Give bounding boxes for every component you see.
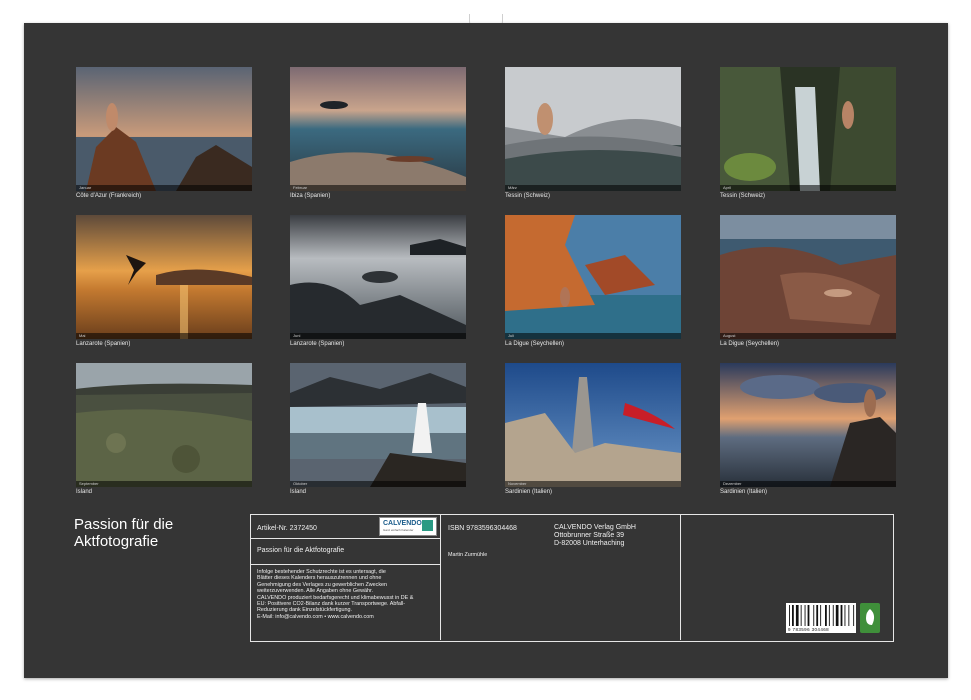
- photo-orange-granite-sea: [505, 215, 681, 339]
- month-label: September: [79, 481, 99, 486]
- barcode-bar: [832, 605, 834, 626]
- month-thumbnail-4[interactable]: April: [720, 67, 896, 191]
- month-label: Januar: [79, 185, 92, 190]
- month-caption-2: Ibiza (Spanien): [290, 193, 331, 199]
- barcode-bar: [800, 605, 802, 626]
- info-rule-1: [250, 538, 440, 539]
- publisher-line: D-82008 Unterhaching: [554, 540, 625, 547]
- barcode-bar: [820, 605, 822, 626]
- publisher-line: CALVENDO Verlag GmbH: [554, 524, 636, 531]
- photo-mossy-waterfall: [720, 67, 896, 191]
- barcode-bar: [844, 605, 846, 626]
- month-caption-11: Sardinien (Italien): [505, 489, 553, 495]
- photo-granite-pool: [505, 67, 681, 191]
- month-label: Februar: [293, 185, 308, 190]
- isbn: ISBN 9783596304468: [448, 525, 517, 532]
- month-caption-10: Island: [290, 489, 307, 495]
- month-thumbnail-6[interactable]: Juni: [290, 215, 466, 339]
- publisher-address: CALVENDO Verlag GmbH Ottobrunner Straße …: [554, 524, 636, 548]
- logo-mark-icon: [422, 520, 433, 531]
- month-strip: April: [720, 185, 896, 191]
- month-thumbnail-12[interactable]: Dezember: [720, 363, 896, 487]
- month-strip: November: [505, 481, 681, 487]
- logo-subtext: Ganz einfach Kalender: [383, 528, 414, 532]
- barcode-bar: [816, 605, 819, 626]
- photo-lava-coast: [290, 215, 466, 339]
- month-caption-6: Lanzarote (Spanien): [290, 341, 345, 347]
- legal-text: Infolge bestehender Schutzrechte ist es …: [257, 569, 437, 620]
- month-label: Juli: [508, 333, 515, 338]
- barcode-bar: [840, 605, 843, 626]
- month-label: Dezember: [723, 481, 742, 486]
- month-strip: März: [505, 185, 681, 191]
- month-strip: Juli: [505, 333, 681, 339]
- publisher-line: Ottobrunner Straße 39: [554, 532, 625, 539]
- barcode-bar: [795, 605, 799, 626]
- barcode-bar: [789, 605, 790, 626]
- month-caption-4: Tessin (Schweiz): [720, 193, 766, 199]
- legal-line: E-Mail: info@calvendo.com • www.calvendo…: [257, 613, 374, 620]
- photo-moss-lava-field: [76, 363, 252, 487]
- month-strip: Februar: [290, 185, 466, 191]
- info-rule-2: [250, 564, 440, 565]
- leaf-icon: [866, 609, 875, 625]
- month-thumbnail-2[interactable]: Februar: [290, 67, 466, 191]
- month-label: November: [508, 481, 527, 486]
- calvendo-logo: CALVENDO Ganz einfach Kalender: [379, 517, 437, 536]
- photo-golden-beach-jump: [76, 215, 252, 339]
- month-label: April: [723, 185, 732, 190]
- barcode-bar: [807, 605, 810, 626]
- month-label: Mai: [79, 333, 86, 338]
- month-thumbnail-9[interactable]: September: [76, 363, 252, 487]
- month-strip: August: [720, 333, 896, 339]
- barcode-bar: [804, 605, 806, 626]
- barcode-bar: [835, 605, 839, 626]
- photo-obelisk-red-cloth: [505, 363, 681, 487]
- month-thumbnail-1[interactable]: Januar: [76, 67, 252, 191]
- logo-text: CALVENDO: [383, 520, 422, 527]
- month-caption-1: Côte d'Azur (Frankreich): [76, 193, 142, 199]
- photo-stormy-sunset-rocks: [720, 363, 896, 487]
- month-label: Oktober: [293, 481, 308, 486]
- barcode-bar: [848, 605, 850, 626]
- month-label: August: [723, 333, 736, 338]
- month-thumbnail-3[interactable]: März: [505, 67, 681, 191]
- month-strip: Dezember: [720, 481, 896, 487]
- month-thumbnail-11[interactable]: November: [505, 363, 681, 487]
- month-strip: Mai: [76, 333, 252, 339]
- barcode-bar: [828, 605, 830, 626]
- photo-glacier-lagoon: [290, 363, 466, 487]
- photo-coast-rocks-sunset: [76, 67, 252, 191]
- month-strip: September: [76, 481, 252, 487]
- product-title: Passion für die Aktfotografie: [257, 547, 345, 554]
- month-caption-7: La Digue (Seychellen): [505, 341, 565, 347]
- month-strip: Juni: [290, 333, 466, 339]
- month-label: Juni: [293, 333, 301, 338]
- photo-beach-dusk: [290, 67, 466, 191]
- barcode-bar: [813, 605, 815, 626]
- barcode-bar: [825, 605, 827, 626]
- month-caption-12: Sardinien (Italien): [720, 489, 768, 495]
- month-thumbnail-10[interactable]: Oktober: [290, 363, 466, 487]
- month-thumbnail-8[interactable]: August: [720, 215, 896, 339]
- month-caption-5: Lanzarote (Spanien): [76, 341, 131, 347]
- author: Martin Zurmühle: [448, 552, 488, 558]
- calendar-title: Passion für die Aktfotografie: [74, 516, 174, 550]
- month-thumbnail-5[interactable]: Mai: [76, 215, 252, 339]
- month-caption-9: Island: [76, 489, 93, 495]
- month-caption-3: Tessin (Schweiz): [505, 193, 551, 199]
- barcode-number: 9 783596 304468: [788, 627, 830, 632]
- month-label: März: [508, 185, 517, 190]
- month-thumbnail-7[interactable]: Juli: [505, 215, 681, 339]
- calendar-back-page: Januar Côte d'Azur (Frankreich) Februar …: [24, 23, 948, 678]
- month-strip: Januar: [76, 185, 252, 191]
- article-number: Artikel-Nr. 2372450: [257, 525, 317, 532]
- month-strip: Oktober: [290, 481, 466, 487]
- eco-leaf-icon: [860, 603, 880, 633]
- barcode-bar: [792, 605, 794, 626]
- barcode-bar: [853, 605, 855, 626]
- month-caption-8: La Digue (Seychellen): [720, 341, 780, 347]
- photo-rocks-bay: [720, 215, 896, 339]
